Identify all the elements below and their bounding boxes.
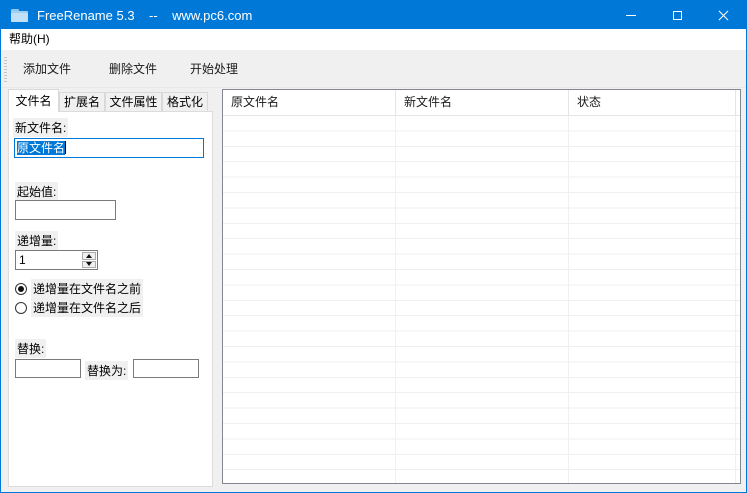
file-table-body[interactable] xyxy=(223,116,740,483)
close-button[interactable] xyxy=(700,0,746,30)
stepper-buttons xyxy=(81,251,97,269)
column-header-status[interactable]: 状态 xyxy=(569,90,736,115)
title-bar: FreeRename 5.3 -- www.pc6.com xyxy=(1,0,746,30)
tab-format[interactable]: 格式化 xyxy=(162,92,208,112)
increment-label: 递增量: xyxy=(15,231,58,250)
radio-selected-icon xyxy=(15,283,27,295)
column-header-original-filename[interactable]: 原文件名 xyxy=(223,90,396,115)
arrow-up-icon xyxy=(86,254,92,258)
maximize-icon xyxy=(673,11,682,20)
replace-with-input[interactable] xyxy=(133,359,199,378)
column-divider xyxy=(395,116,396,483)
app-window: FreeRename 5.3 -- www.pc6.com 帮助(H) 添加文件… xyxy=(0,0,747,493)
replace-with-label: 替换为: xyxy=(85,361,128,380)
add-files-button[interactable]: 添加文件 xyxy=(15,55,79,82)
start-value-input[interactable] xyxy=(15,200,116,220)
start-value-label: 起始值: xyxy=(15,182,58,201)
filename-tab-page: 新文件名: 原文件名 起始值: 递增量: 递增量在文件名之前 递增量在文件名之后… xyxy=(8,111,213,487)
increment-input[interactable] xyxy=(16,251,81,269)
minimize-icon xyxy=(626,15,636,16)
replace-label: 替换: xyxy=(15,339,46,358)
tab-filename[interactable]: 文件名 xyxy=(8,89,59,112)
column-header-new-filename[interactable]: 新文件名 xyxy=(396,90,569,115)
window-title: FreeRename 5.3 -- www.pc6.com xyxy=(37,8,252,23)
maximize-button[interactable] xyxy=(654,0,700,30)
radio-unselected-icon xyxy=(15,302,27,314)
replace-input[interactable] xyxy=(15,359,81,378)
radio-increment-after-label: 递增量在文件名之后 xyxy=(31,298,143,317)
window-controls xyxy=(608,0,746,30)
new-filename-selected-text: 原文件名 xyxy=(17,141,65,155)
menu-help[interactable]: 帮助(H) xyxy=(3,29,56,50)
arrow-down-icon xyxy=(86,262,92,266)
column-header-filler xyxy=(736,90,740,115)
column-divider xyxy=(735,116,736,483)
text-caret xyxy=(65,141,66,154)
minimize-button[interactable] xyxy=(608,0,654,30)
file-table-header: 原文件名 新文件名 状态 xyxy=(223,90,740,116)
radio-increment-before-label: 递增量在文件名之前 xyxy=(31,279,143,298)
remove-files-button[interactable]: 删除文件 xyxy=(101,55,165,82)
radio-increment-after[interactable]: 递增量在文件名之后 xyxy=(15,298,143,317)
start-process-button[interactable]: 开始处理 xyxy=(182,55,246,82)
increment-stepper xyxy=(15,250,98,270)
close-icon xyxy=(718,10,729,21)
toolbar-grip-icon xyxy=(4,57,7,82)
stepper-up-button[interactable] xyxy=(82,252,96,260)
toolbar: 添加文件 删除文件 开始处理 xyxy=(1,50,746,88)
folder-icon xyxy=(11,9,28,22)
radio-increment-before[interactable]: 递增量在文件名之前 xyxy=(15,279,143,298)
menu-bar: 帮助(H) xyxy=(1,29,746,50)
tab-extension[interactable]: 扩展名 xyxy=(59,92,105,112)
new-filename-input[interactable]: 原文件名 xyxy=(14,138,204,158)
new-filename-label: 新文件名: xyxy=(13,118,68,137)
stepper-down-button[interactable] xyxy=(82,261,96,269)
column-divider xyxy=(568,116,569,483)
file-table[interactable]: 原文件名 新文件名 状态 xyxy=(222,89,741,484)
tab-file-attributes[interactable]: 文件属性 xyxy=(105,92,162,112)
